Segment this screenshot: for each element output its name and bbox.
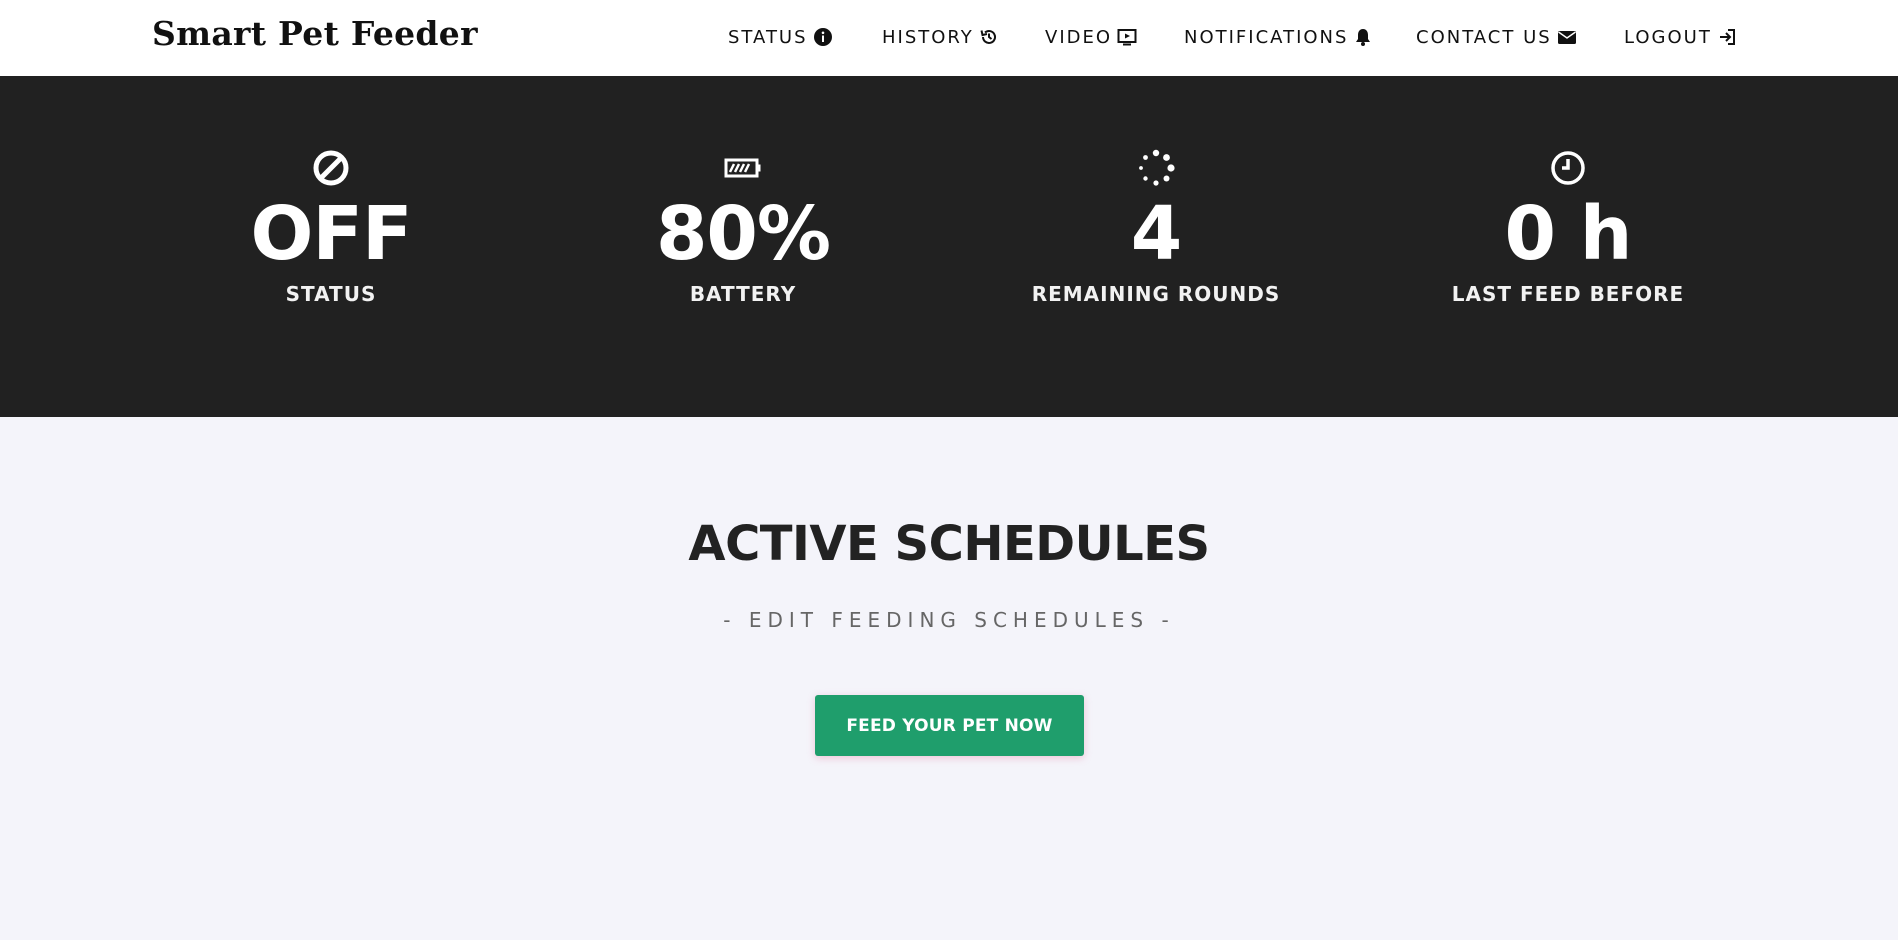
stat-last-feed-label: LAST FEED BEFORE — [1451, 282, 1685, 306]
nav-history[interactable]: HISTORY — [882, 24, 999, 50]
stat-battery-value: 80% — [655, 191, 831, 277]
nav-contact-label: CONTACT US — [1416, 26, 1552, 48]
battery-icon — [724, 158, 761, 178]
nav-status[interactable]: STATUS — [728, 24, 833, 50]
nav-notifications[interactable]: NOTIFICATIONS — [1184, 24, 1373, 50]
nav-logout[interactable]: LOGOUT — [1624, 24, 1737, 50]
logout-icon — [1719, 29, 1735, 45]
nav-history-label: HISTORY — [882, 26, 974, 48]
stat-remaining-rounds: 4 REMAINING ROUNDS — [1006, 148, 1306, 306]
stat-last-feed: 0 h LAST FEED BEFORE — [1418, 148, 1718, 306]
spinner-icon — [1139, 149, 1175, 186]
stat-rounds-value: 4 — [1130, 191, 1183, 277]
bell-icon — [1356, 29, 1371, 46]
video-play-icon — [1117, 29, 1137, 46]
section-title: ACTIVE SCHEDULES — [688, 516, 1210, 572]
stat-status-label: STATUS — [285, 282, 377, 306]
nav-contact-us[interactable]: CONTACT US — [1416, 24, 1577, 50]
top-navbar: Smart Pet Feeder STATUS HISTORY VIDEO NO… — [0, 0, 1898, 76]
nav-notifications-label: NOTIFICATIONS — [1184, 26, 1349, 48]
info-circle-icon — [813, 28, 832, 46]
stat-battery-label: BATTERY — [689, 282, 797, 306]
nav-status-label: STATUS — [728, 26, 808, 48]
ban-icon — [313, 150, 349, 186]
stat-status-value: OFF — [250, 191, 412, 277]
stat-rounds-label: REMAINING ROUNDS — [1031, 282, 1281, 306]
stat-last-feed-value: 0 h — [1504, 191, 1633, 277]
app-logo-title[interactable]: Smart Pet Feeder — [152, 14, 478, 53]
stats-band: OFF STATUS 80% BATTERY 4 REMAINING ROUND… — [0, 76, 1898, 417]
edit-schedules-link[interactable]: - EDIT FEEDING SCHEDULES - — [0, 608, 1898, 632]
nav-logout-label: LOGOUT — [1624, 26, 1712, 48]
envelope-icon — [1557, 31, 1576, 44]
nav-video-label: VIDEO — [1045, 26, 1113, 48]
nav-video[interactable]: VIDEO — [1045, 24, 1137, 50]
clock-icon — [1551, 151, 1585, 185]
feed-now-button[interactable]: FEED YOUR PET NOW — [815, 695, 1084, 756]
history-icon — [980, 29, 996, 44]
stat-battery: 80% BATTERY — [593, 148, 893, 306]
stat-status: OFF STATUS — [181, 148, 481, 306]
